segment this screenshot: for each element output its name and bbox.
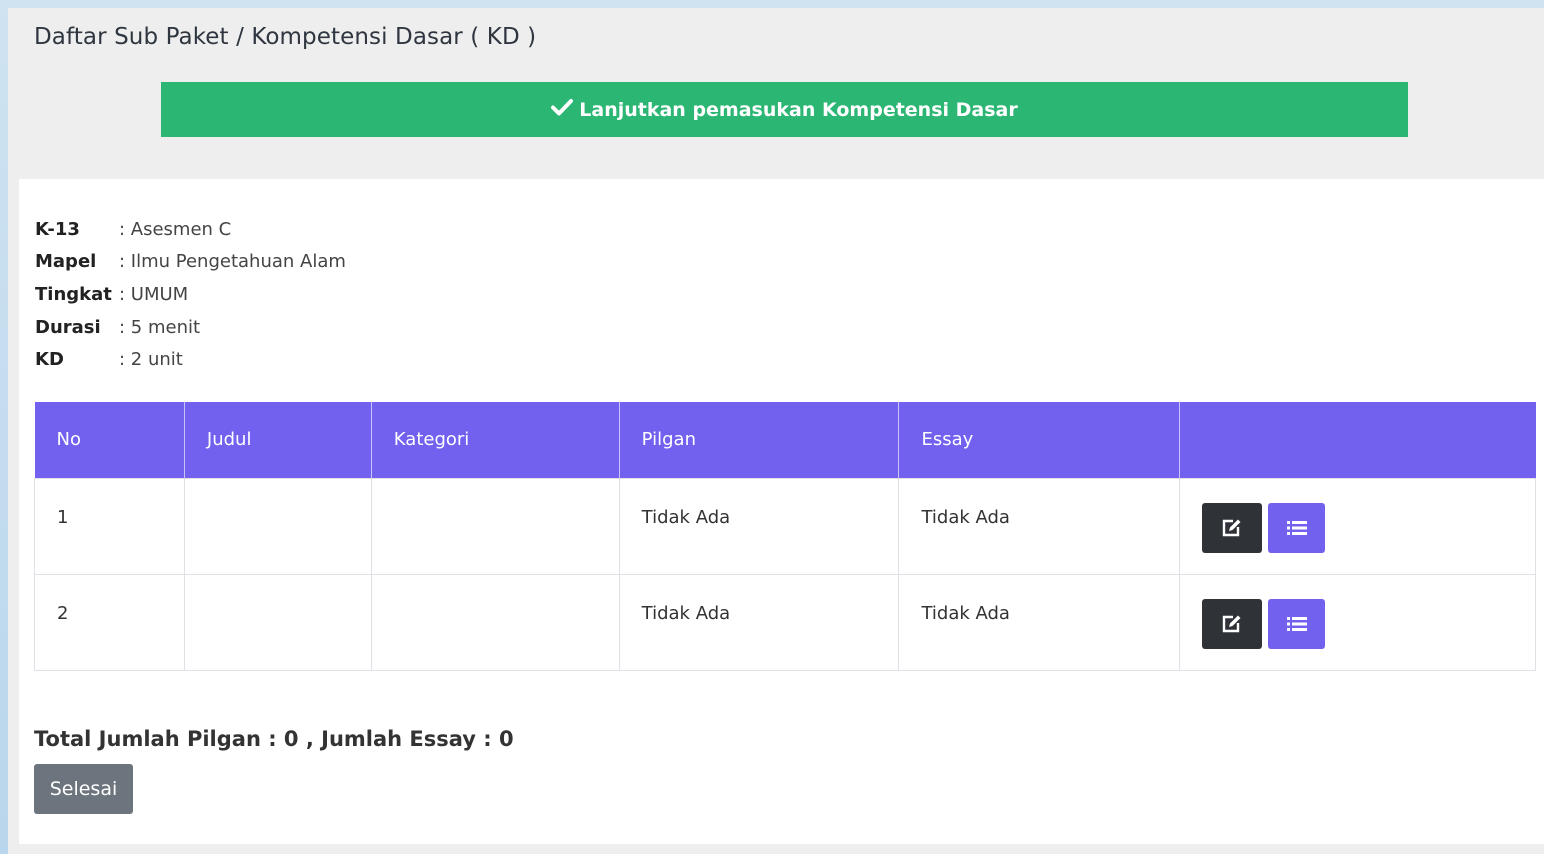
info-row: Mapel : Ilmu Pengetahuan Alam bbox=[35, 246, 346, 279]
column-header-kategori: Kategori bbox=[371, 402, 620, 478]
cell-kategori bbox=[370, 573, 620, 671]
column-header-pilgan: Pilgan bbox=[619, 402, 900, 478]
info-value: : UMUM bbox=[119, 283, 189, 305]
content-card: K-13 : Asesmen C Mapel : Ilmu Pengetahua… bbox=[19, 179, 1544, 844]
info-row: Durasi : 5 menit bbox=[35, 311, 346, 344]
cell-kategori bbox=[370, 477, 620, 575]
cell-no: 2 bbox=[34, 573, 185, 671]
info-row: K-13 : Asesmen C bbox=[35, 213, 346, 246]
info-value: : Ilmu Pengetahuan Alam bbox=[119, 251, 346, 273]
cell-pilgan: Tidak Ada bbox=[618, 573, 900, 671]
banner-label: Lanjutkan pemasukan Kompetensi Dasar bbox=[579, 98, 1018, 121]
info-value: : Asesmen C bbox=[119, 218, 232, 240]
info-row: KD : 2 unit bbox=[35, 343, 346, 376]
edit-icon bbox=[1223, 519, 1241, 536]
column-header-judul: Judul bbox=[184, 402, 372, 478]
info-key: K-13 bbox=[35, 218, 80, 240]
kd-table: No Judul Kategori Pilgan Essay 1 Tidak A… bbox=[34, 402, 1536, 671]
column-header-actions bbox=[1179, 402, 1536, 478]
list-icon bbox=[1286, 520, 1307, 535]
page-title: Daftar Sub Paket / Kompetensi Dasar ( KD… bbox=[34, 24, 537, 50]
check-icon bbox=[551, 98, 579, 121]
info-list: K-13 : Asesmen C Mapel : Ilmu Pengetahua… bbox=[35, 213, 346, 376]
table-row: 1 Tidak Ada Tidak Ada bbox=[34, 477, 1536, 575]
edit-button[interactable] bbox=[1202, 598, 1263, 649]
cell-pilgan: Tidak Ada bbox=[618, 477, 900, 575]
info-row: Tingkat : UMUM bbox=[35, 278, 346, 311]
total-summary: Total Jumlah Pilgan : 0 , Jumlah Essay :… bbox=[34, 727, 514, 751]
info-value: : 2 unit bbox=[119, 349, 183, 371]
table-header-row: No Judul Kategori Pilgan Essay bbox=[34, 402, 1536, 478]
table-row: 2 Tidak Ada Tidak Ada bbox=[34, 573, 1536, 671]
edit-icon bbox=[1223, 615, 1241, 632]
info-value: : 5 menit bbox=[119, 316, 201, 338]
column-header-no: No bbox=[34, 402, 185, 478]
cell-actions bbox=[1179, 477, 1536, 575]
column-header-essay: Essay bbox=[898, 402, 1181, 478]
continue-kd-button[interactable]: Lanjutkan pemasukan Kompetensi Dasar bbox=[161, 82, 1408, 137]
list-button[interactable] bbox=[1268, 598, 1326, 649]
cell-judul bbox=[183, 477, 372, 575]
finish-button[interactable]: Selesai bbox=[34, 764, 133, 814]
page-frame: Daftar Sub Paket / Kompetensi Dasar ( KD… bbox=[8, 8, 1544, 854]
cell-judul bbox=[183, 573, 372, 671]
cell-essay: Tidak Ada bbox=[898, 573, 1181, 671]
list-button[interactable] bbox=[1268, 502, 1326, 553]
cell-no: 1 bbox=[34, 477, 185, 575]
list-icon bbox=[1286, 616, 1307, 631]
cell-actions bbox=[1179, 573, 1536, 671]
edit-button[interactable] bbox=[1202, 502, 1263, 553]
info-key: KD bbox=[35, 349, 64, 371]
info-key: Mapel bbox=[35, 251, 97, 273]
info-key: Durasi bbox=[35, 316, 101, 338]
cell-essay: Tidak Ada bbox=[898, 477, 1181, 575]
info-key: Tingkat bbox=[35, 283, 112, 305]
